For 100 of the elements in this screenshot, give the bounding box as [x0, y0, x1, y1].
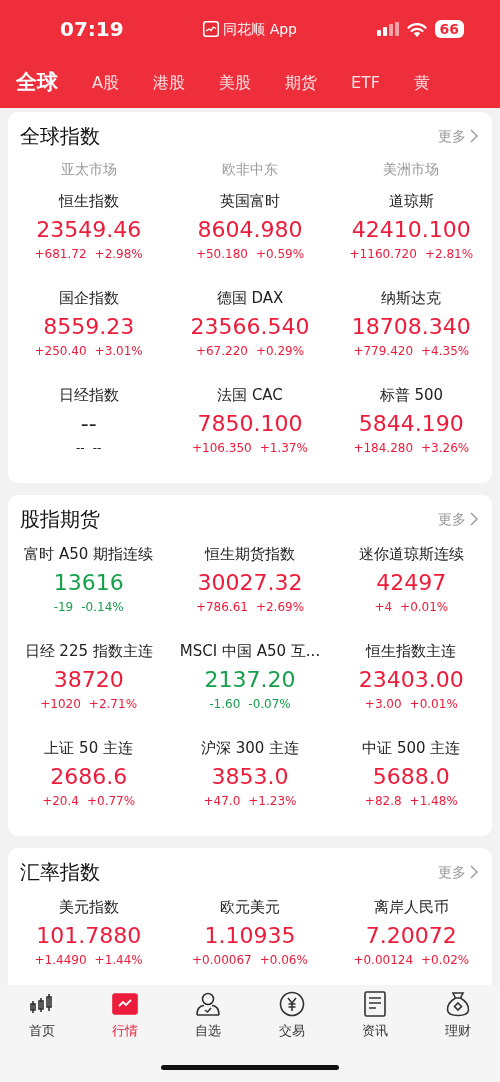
quote-percent: +2.98%	[94, 245, 143, 263]
app-icon	[203, 21, 220, 37]
quote-percent: +1.23%	[248, 792, 297, 810]
quote-value: 23403.00	[358, 665, 464, 694]
quote-change: +4	[374, 598, 393, 616]
quote-change: +3.00	[364, 695, 402, 713]
quote-percent: +2.81%	[424, 245, 474, 263]
quote-name: 法国 CAC	[217, 385, 283, 406]
chevron-icon	[470, 865, 478, 879]
quote-value: 13616	[53, 568, 124, 597]
market-tab[interactable]: 黄	[414, 71, 443, 95]
region-label: 美洲市场	[382, 160, 441, 179]
section-title: 汇率指数	[19, 859, 100, 886]
wifi-icon	[406, 21, 427, 37]
quote-change: +779.420	[353, 342, 414, 360]
quote-change: +184.280	[353, 439, 414, 457]
quote-percent: +0.02%	[421, 951, 470, 969]
market-tab[interactable]: 港股	[152, 71, 197, 95]
quote-percent: +3.01%	[94, 342, 143, 360]
quote-value: 5688.0	[372, 762, 450, 791]
market-tab[interactable]: 期货	[284, 71, 329, 95]
nav-tab[interactable]: 资讯	[333, 985, 417, 1082]
quote-percent: +1.48%	[409, 792, 458, 810]
quote-value: 7.20072	[365, 921, 457, 950]
quote-value: 38720	[53, 665, 124, 694]
region-label: 亚太市场	[59, 160, 118, 179]
quote-name: 沪深 300 主连	[200, 738, 300, 759]
nav-tab[interactable]: 自选	[166, 985, 250, 1082]
market-tab[interactable]: 美股	[218, 71, 263, 95]
market-tab[interactable]: 全球	[16, 67, 70, 99]
region-label: 欧非中东	[221, 160, 279, 179]
quote-value: 5844.190	[358, 409, 464, 438]
quote-value: --	[80, 409, 97, 438]
quote-name: 欧元美元	[220, 897, 280, 918]
battery-indicator: 66	[434, 20, 464, 38]
quote-change: -19	[53, 598, 74, 616]
document-icon	[361, 991, 388, 1017]
nav-tab[interactable]: 首页	[0, 985, 84, 1082]
quote-percent: +0.59%	[255, 245, 305, 263]
more-link[interactable]: 更多	[438, 125, 492, 147]
quote-change: +67.220	[195, 342, 248, 360]
quote-name: 离岸人民币	[373, 897, 449, 918]
quote-name: 国企指数	[58, 288, 119, 309]
quote-name: 恒生期货指数	[205, 544, 295, 565]
quote-percent: +1.44%	[94, 951, 143, 969]
quote-percent: -0.07%	[248, 695, 291, 713]
quote-change: +681.72	[34, 245, 87, 263]
signal-icon	[376, 22, 399, 36]
section-title: 股指期货	[19, 506, 100, 533]
quote-percent: -0.14%	[81, 598, 124, 616]
quote-name: 德国 DAX	[216, 288, 284, 309]
nav-tab[interactable]: 理财	[416, 985, 500, 1082]
quote-change: +20.4	[42, 792, 79, 810]
clock-time: 07:19	[60, 16, 124, 43]
quote-value: 8604.980	[197, 215, 303, 244]
person-icon	[195, 991, 222, 1017]
quote-name: 恒生指数主连	[366, 641, 457, 662]
more-link[interactable]: 更多	[438, 508, 492, 530]
quote-value: 1.10935	[204, 921, 296, 950]
quote-name: 日经指数	[58, 385, 119, 406]
quote-change: --	[76, 439, 85, 457]
quote-change: +0.00124	[353, 951, 414, 969]
quote-name: 迷你道琼斯连续	[358, 544, 464, 565]
quote-name: 中证 500 主连	[362, 738, 461, 759]
quote-value: 8559.23	[43, 312, 135, 341]
chevron-icon	[470, 129, 478, 143]
market-tab[interactable]: ETF	[350, 71, 393, 95]
quote-change: -1.60	[209, 695, 241, 713]
quote-name: 恒生指数	[58, 191, 119, 212]
quote-percent: --	[92, 439, 102, 457]
more-link[interactable]: 更多	[438, 861, 492, 883]
quote-percent: +0.01%	[400, 598, 449, 616]
money-bag-icon	[445, 991, 472, 1017]
quote-value: 42497	[376, 568, 447, 597]
quote-name: 美元指数	[58, 897, 119, 918]
app-name: 同花顺 App	[223, 19, 297, 39]
quote-percent: +0.29%	[255, 342, 305, 360]
quote-change: +106.350	[192, 439, 252, 457]
quote-change: +50.180	[195, 245, 248, 263]
section-title: 全球指数	[19, 123, 100, 150]
quote-change: +1160.720	[349, 245, 417, 263]
quote-value: 18708.340	[351, 312, 471, 341]
quote-name: 道琼斯	[388, 191, 434, 212]
quote-percent: +0.77%	[86, 792, 136, 810]
nav-tab[interactable]: 交易	[250, 985, 334, 1082]
quote-name: 日经 225 指数主连	[24, 641, 153, 662]
quote-change: +47.0	[203, 792, 241, 810]
market-tab[interactable]: A股	[92, 71, 131, 95]
quote-name: 上证 50 主连	[44, 738, 133, 759]
quote-value: 30027.32	[197, 568, 303, 597]
quote-percent: +4.35%	[421, 342, 470, 360]
quote-value: 23566.540	[190, 312, 310, 341]
quote-value: 42410.100	[351, 215, 471, 244]
yen-icon	[278, 991, 305, 1017]
chart-icon	[112, 991, 138, 1017]
quote-change: +786.61	[195, 598, 248, 616]
nav-tab[interactable]: 行情	[83, 985, 167, 1082]
quote-percent: +2.71%	[88, 695, 138, 713]
quote-value: 23549.46	[36, 215, 142, 244]
quote-change: +82.8	[364, 792, 402, 810]
